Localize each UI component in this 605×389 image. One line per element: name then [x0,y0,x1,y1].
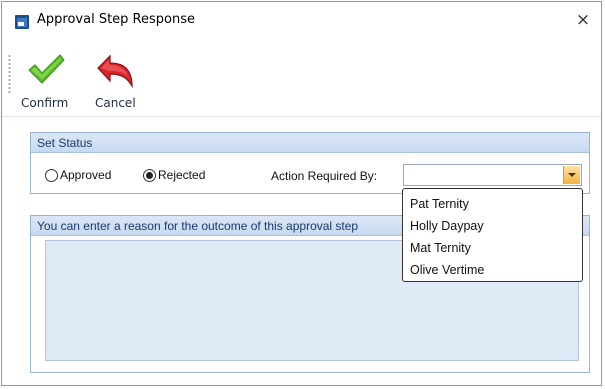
rejected-radio[interactable]: Rejected [143,168,205,182]
confirm-label: Confirm [21,96,69,110]
rejected-radio-circle[interactable] [143,168,156,182]
title-bar[interactable]: Approval Step Response × [2,2,601,40]
combo-dropdown-button[interactable] [563,166,580,184]
undo-arrow-icon [97,54,133,89]
action-required-dropdown-list: Pat Ternity Holly Daypay Mat Ternity Oli… [402,188,583,282]
action-required-combo[interactable] [403,164,582,186]
dropdown-option[interactable]: Mat Ternity [403,237,582,259]
close-button[interactable]: × [569,8,597,32]
set-status-header: Set Status [31,133,589,153]
chevron-down-icon [568,173,576,177]
rejected-radio-label: Rejected [158,168,206,182]
approved-radio-circle[interactable] [45,168,58,182]
approval-step-response-dialog: Approval Step Response × Confirm Cancel … [1,1,602,386]
cancel-button[interactable]: Cancel [76,50,136,112]
dropdown-option[interactable]: Pat Ternity [403,193,582,215]
window-title: Approval Step Response [37,12,195,27]
dropdown-option[interactable]: Holly Daypay [403,215,582,237]
approved-radio[interactable]: Approved [45,168,111,182]
checkmark-icon [28,54,65,84]
toolbar: Confirm Cancel [2,40,601,117]
app-icon [15,15,29,29]
cancel-label: Cancel [95,96,136,110]
dropdown-option[interactable]: Olive Vertime [403,259,582,281]
confirm-button[interactable]: Confirm [18,50,69,112]
toolbar-grip-handle[interactable] [8,54,11,94]
approved-radio-label: Approved [60,168,112,182]
action-required-label: Action Required By: [271,169,378,183]
